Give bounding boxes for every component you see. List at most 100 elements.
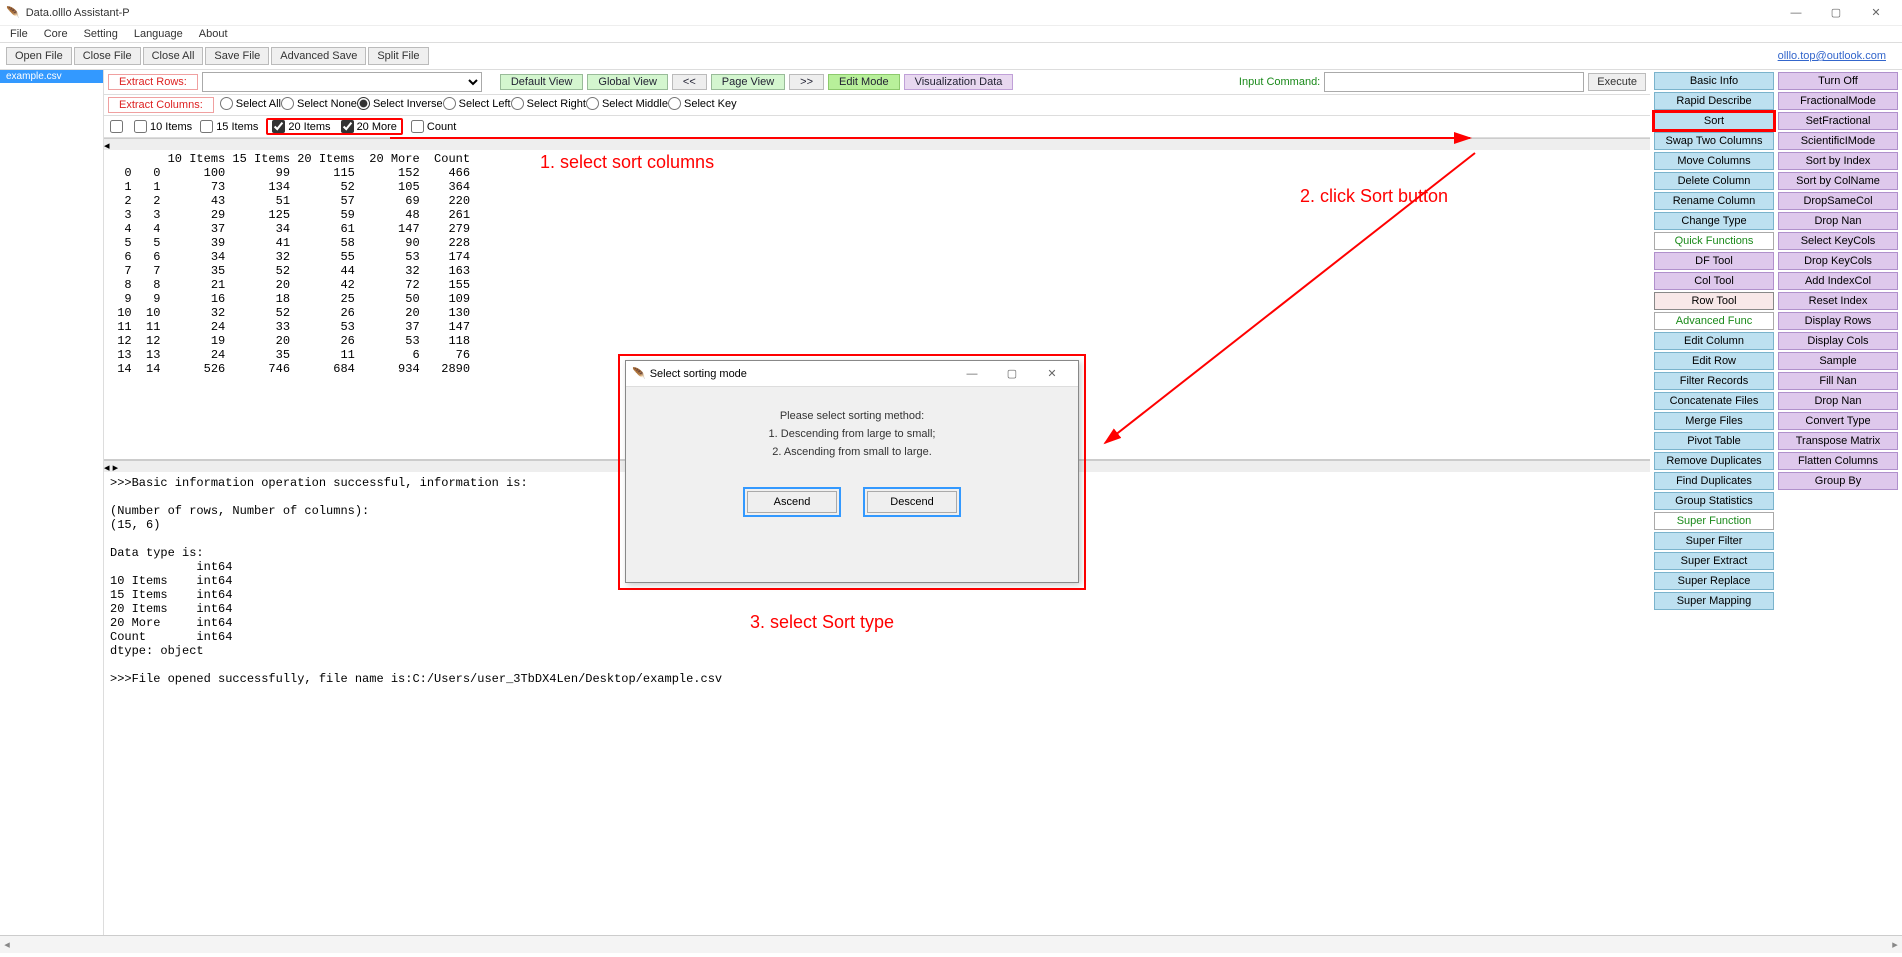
advanced-save-button[interactable]: Advanced Save	[271, 47, 366, 65]
panel-group-statistics[interactable]: Group Statistics	[1654, 492, 1774, 510]
feather-icon: 🪶	[632, 367, 646, 380]
panel-basic-info[interactable]: Basic Info	[1654, 72, 1774, 90]
panel-convert-type[interactable]: Convert Type	[1778, 412, 1898, 430]
panel-rename-column[interactable]: Rename Column	[1654, 192, 1774, 210]
execute-button[interactable]: Execute	[1588, 73, 1646, 91]
panel-fill-nan[interactable]: Fill Nan	[1778, 372, 1898, 390]
dialog-minimize-icon[interactable]: ―	[952, 362, 992, 386]
panel-drop-nan[interactable]: Drop Nan	[1778, 212, 1898, 230]
panel-flatten-columns[interactable]: Flatten Columns	[1778, 452, 1898, 470]
panel-swap-two-columns[interactable]: Swap Two Columns	[1654, 132, 1774, 150]
select-radio-select-key[interactable]: Select Key	[668, 97, 737, 110]
panel-drop-nan[interactable]: Drop Nan	[1778, 392, 1898, 410]
split-file-button[interactable]: Split File	[368, 47, 428, 65]
panel-filter-records[interactable]: Filter Records	[1654, 372, 1774, 390]
panel-sort-by-colname[interactable]: Sort by ColName	[1778, 172, 1898, 190]
panel-fractionalmode[interactable]: FractionalMode	[1778, 92, 1898, 110]
col-check-20-items[interactable]: 20 Items	[272, 120, 330, 133]
panel-quick-functions: Quick Functions	[1654, 232, 1774, 250]
panel-select-keycols[interactable]: Select KeyCols	[1778, 232, 1898, 250]
col-check-10-items[interactable]: 10 Items	[134, 120, 192, 133]
panel-edit-row[interactable]: Edit Row	[1654, 352, 1774, 370]
horiz-scroll-top[interactable]: ◂	[104, 138, 1650, 150]
next-page-button[interactable]: >>	[789, 74, 824, 90]
panel-merge-files[interactable]: Merge Files	[1654, 412, 1774, 430]
command-input[interactable]	[1324, 72, 1584, 92]
window-titlebar: 🪶 Data.olllo Assistant-P ― ▢ ✕	[0, 0, 1902, 26]
panel-group-by[interactable]: Group By	[1778, 472, 1898, 490]
open-file-button[interactable]: Open File	[6, 47, 72, 65]
panel-concatenate-files[interactable]: Concatenate Files	[1654, 392, 1774, 410]
scroll-right-icon[interactable]: ▸	[1888, 936, 1902, 953]
close-file-button[interactable]: Close File	[74, 47, 141, 65]
panel-display-rows[interactable]: Display Rows	[1778, 312, 1898, 330]
panel-display-cols[interactable]: Display Cols	[1778, 332, 1898, 350]
panel-change-type[interactable]: Change Type	[1654, 212, 1774, 230]
menu-language[interactable]: Language	[134, 28, 183, 40]
extract-rows-button[interactable]: Extract Rows:	[108, 74, 198, 90]
panel-setfractional[interactable]: SetFractional	[1778, 112, 1898, 130]
close-all-button[interactable]: Close All	[143, 47, 204, 65]
menu-file[interactable]: File	[10, 28, 28, 40]
panel-dropsamecol[interactable]: DropSameCol	[1778, 192, 1898, 210]
panel-super-filter[interactable]: Super Filter	[1654, 532, 1774, 550]
panel-transpose-matrix[interactable]: Transpose Matrix	[1778, 432, 1898, 450]
panel-turn-off[interactable]: Turn Off	[1778, 72, 1898, 90]
prev-page-button[interactable]: <<	[672, 74, 707, 90]
select-radio-select-left[interactable]: Select Left	[443, 97, 511, 110]
col-check-15-items[interactable]: 15 Items	[200, 120, 258, 133]
select-radio-select-inverse[interactable]: Select Inverse	[357, 97, 443, 110]
scroll-left-icon[interactable]: ◂	[0, 936, 14, 953]
menu-about[interactable]: About	[199, 28, 228, 40]
panel-sample[interactable]: Sample	[1778, 352, 1898, 370]
panel-df-tool[interactable]: DF Tool	[1654, 252, 1774, 270]
page-view-button[interactable]: Page View	[711, 74, 785, 90]
panel-sort[interactable]: Sort	[1654, 112, 1774, 130]
select-radio-select-right[interactable]: Select Right	[511, 97, 586, 110]
panel-super-replace[interactable]: Super Replace	[1654, 572, 1774, 590]
select-radio-select-middle[interactable]: Select Middle	[586, 97, 668, 110]
panel-sort-by-index[interactable]: Sort by Index	[1778, 152, 1898, 170]
panel-move-columns[interactable]: Move Columns	[1654, 152, 1774, 170]
save-file-button[interactable]: Save File	[205, 47, 269, 65]
panel-edit-column[interactable]: Edit Column	[1654, 332, 1774, 350]
panel-remove-duplicates[interactable]: Remove Duplicates	[1654, 452, 1774, 470]
dialog-close-icon[interactable]: ✕	[1032, 362, 1072, 386]
col-check-index[interactable]	[110, 120, 126, 133]
toolbar: Open FileClose FileClose AllSave FileAdv…	[0, 42, 1902, 70]
col-check-20-more[interactable]: 20 More	[341, 120, 397, 133]
default-view-button[interactable]: Default View	[500, 74, 584, 90]
panel-scientificimode[interactable]: ScientificIMode	[1778, 132, 1898, 150]
descend-button[interactable]: Descend	[867, 491, 957, 513]
file-tab[interactable]: example.csv	[0, 70, 103, 83]
panel-advanced-func: Advanced Func	[1654, 312, 1774, 330]
select-radio-select-all[interactable]: Select All	[220, 97, 281, 110]
maximize-icon[interactable]: ▢	[1816, 1, 1856, 25]
col-check-count[interactable]: Count	[411, 120, 456, 133]
email-link[interactable]: olllo.top@outlook.com	[1778, 50, 1896, 62]
panel-super-mapping[interactable]: Super Mapping	[1654, 592, 1774, 610]
menu-core[interactable]: Core	[44, 28, 68, 40]
panel-super-extract[interactable]: Super Extract	[1654, 552, 1774, 570]
panel-find-duplicates[interactable]: Find Duplicates	[1654, 472, 1774, 490]
dialog-maximize-icon[interactable]: ▢	[992, 362, 1032, 386]
dialog-titlebar: 🪶 Select sorting mode ― ▢ ✕	[626, 361, 1078, 387]
extract-rows-dropdown[interactable]	[202, 72, 482, 92]
menu-setting[interactable]: Setting	[84, 28, 118, 40]
global-view-button[interactable]: Global View	[587, 74, 668, 90]
ascend-button[interactable]: Ascend	[747, 491, 837, 513]
visualization-button[interactable]: Visualization Data	[904, 74, 1014, 90]
minimize-icon[interactable]: ―	[1776, 1, 1816, 25]
extract-columns-button[interactable]: Extract Columns:	[108, 97, 214, 113]
select-radio-select-none[interactable]: Select None	[281, 97, 357, 110]
panel-add-indexcol[interactable]: Add IndexCol	[1778, 272, 1898, 290]
edit-mode-button[interactable]: Edit Mode	[828, 74, 900, 90]
panel-row-tool[interactable]: Row Tool	[1654, 292, 1774, 310]
close-icon[interactable]: ✕	[1856, 1, 1896, 25]
panel-col-tool[interactable]: Col Tool	[1654, 272, 1774, 290]
panel-reset-index[interactable]: Reset Index	[1778, 292, 1898, 310]
panel-pivot-table[interactable]: Pivot Table	[1654, 432, 1774, 450]
panel-delete-column[interactable]: Delete Column	[1654, 172, 1774, 190]
panel-drop-keycols[interactable]: Drop KeyCols	[1778, 252, 1898, 270]
panel-rapid-describe[interactable]: Rapid Describe	[1654, 92, 1774, 110]
